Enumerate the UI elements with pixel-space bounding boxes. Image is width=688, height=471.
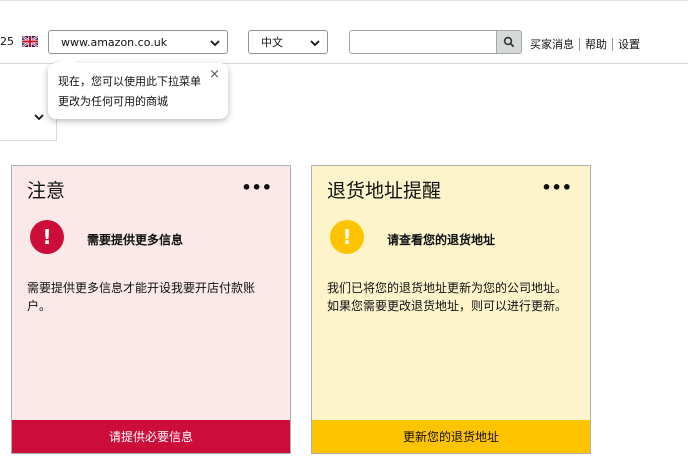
search-button[interactable] xyxy=(496,30,522,54)
top-bar: 25 www.amazon.co.uk 中文 买家消息 帮助 设置 xyxy=(0,0,688,64)
alert-icon: ! xyxy=(30,220,64,254)
store-select-value: www.amazon.co.uk xyxy=(61,35,168,49)
return-address-card: 退货地址提醒 ••• ! 请查看您的退货地址 我们已将您的退货地址更新为您的公司… xyxy=(311,165,591,454)
alert-label: 请查看您的退货地址 xyxy=(387,233,496,247)
search-input[interactable] xyxy=(349,30,497,54)
date-fragment: 25 xyxy=(0,35,14,48)
card-title: 注意 xyxy=(27,180,66,202)
update-return-address-button[interactable]: 更新您的退货地址 xyxy=(312,420,590,453)
card-title: 退货地址提醒 xyxy=(327,180,442,202)
language-select-value: 中文 xyxy=(261,36,283,49)
header-links: 买家消息 帮助 设置 xyxy=(530,36,640,52)
card-body: 需要提供更多信息才能开设我要开店付款账户。 xyxy=(27,281,256,313)
search-icon xyxy=(503,36,515,48)
settings-link[interactable]: 设置 xyxy=(618,36,640,52)
chevron-down-icon xyxy=(210,40,220,47)
notice-card: 注意 ••• ! 需要提供更多信息 需要提供更多信息才能开设我要开店付款账户。 … xyxy=(11,165,291,454)
close-icon[interactable]: × xyxy=(209,65,220,85)
divider xyxy=(612,37,613,51)
more-options-icon[interactable]: ••• xyxy=(241,180,272,196)
chevron-down-icon xyxy=(34,114,44,121)
alert-icon: ! xyxy=(330,220,364,254)
uk-flag-icon xyxy=(22,36,38,47)
alert-label: 需要提供更多信息 xyxy=(87,233,184,247)
tooltip-text: 现在，您可以使用此下拉菜单更改为任何可用的商城 xyxy=(58,75,201,108)
more-options-icon[interactable]: ••• xyxy=(541,180,572,196)
buyer-messages-link[interactable]: 买家消息 xyxy=(530,36,574,52)
store-tooltip: 现在，您可以使用此下拉菜单更改为任何可用的商城 × xyxy=(48,54,228,119)
divider xyxy=(579,37,580,51)
language-select[interactable]: 中文 xyxy=(248,30,328,54)
chevron-down-icon xyxy=(310,40,320,47)
card-body: 我们已将您的退货地址更新为您的公司地址。如果您需要更改退货地址，则可以进行更新。 xyxy=(327,281,568,313)
provide-info-button[interactable]: 请提供必要信息 xyxy=(12,420,290,453)
store-select[interactable]: www.amazon.co.uk xyxy=(48,30,228,54)
help-link[interactable]: 帮助 xyxy=(585,36,607,52)
